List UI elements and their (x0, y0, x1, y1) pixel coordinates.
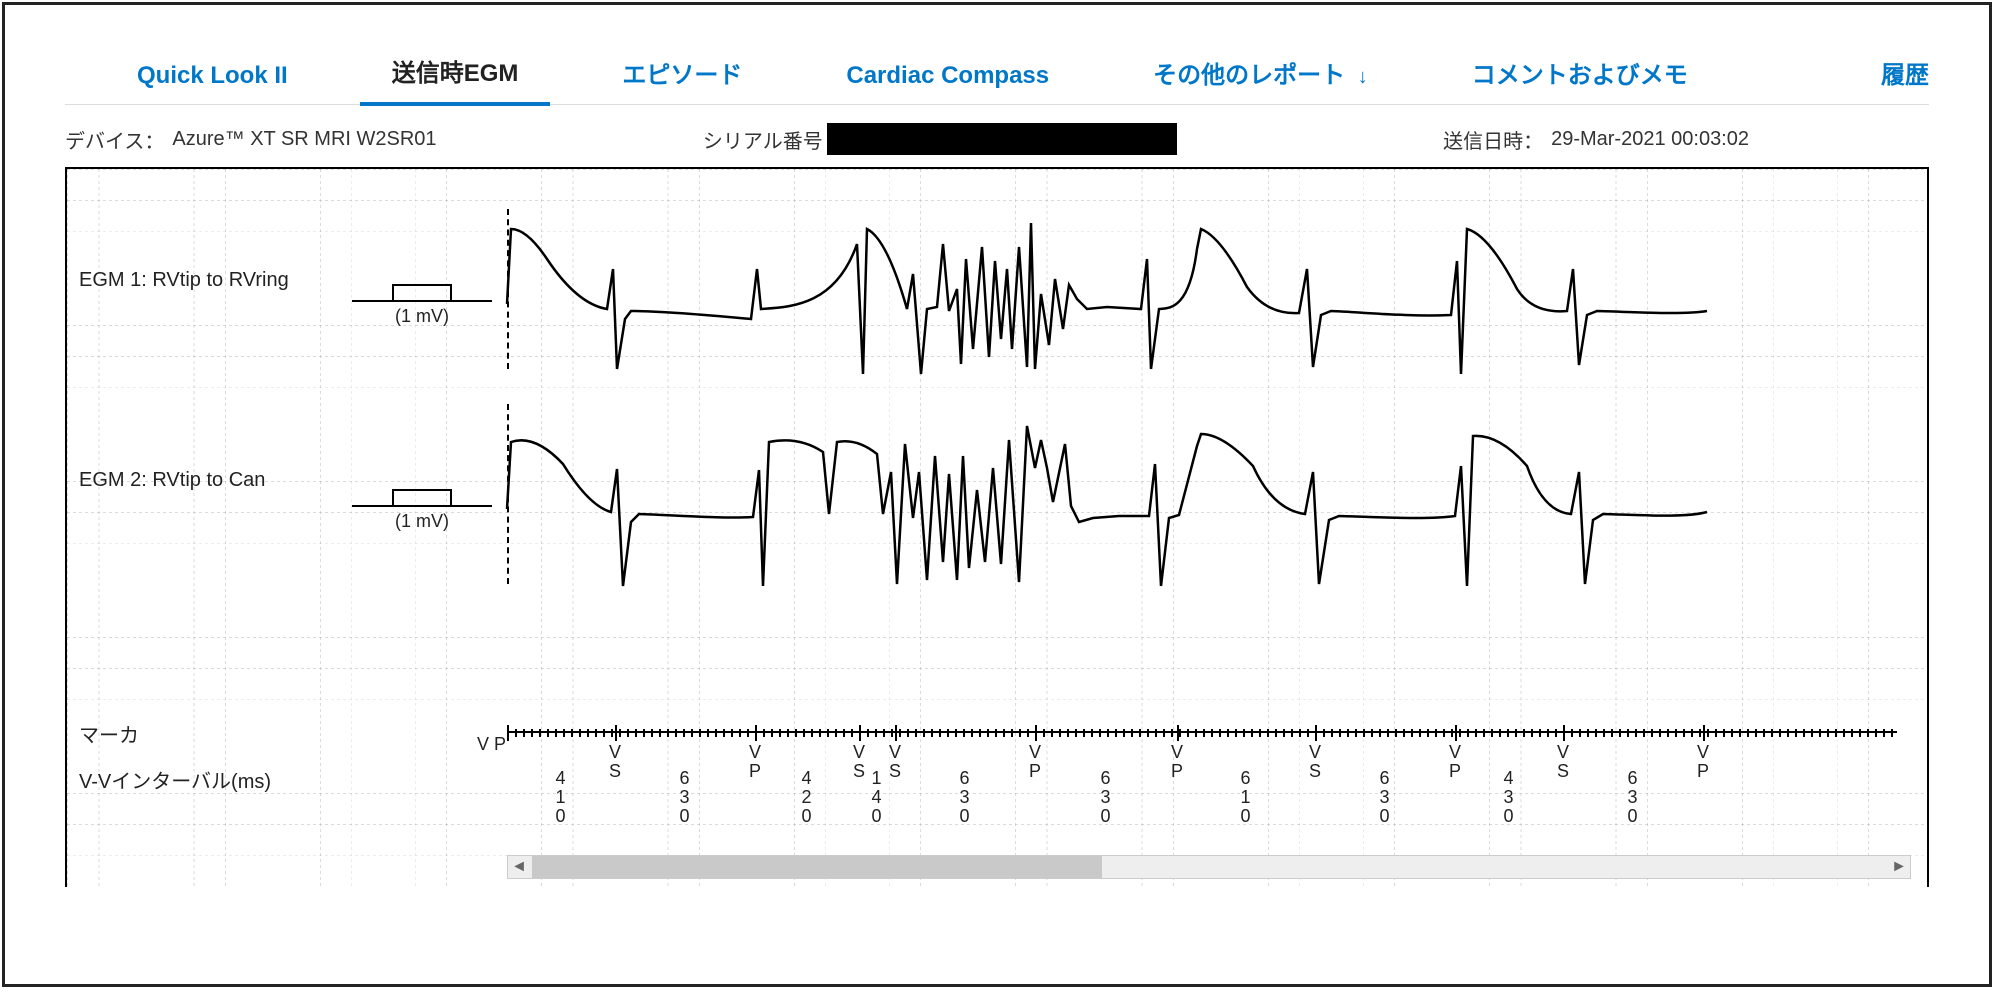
interval-value: 6 3 0 (1627, 769, 1638, 826)
tab-cardiac-compass[interactable]: Cardiac Compass (814, 54, 1081, 104)
device-info-bar: デバイス： Azure™ XT SR MRI W2SR01 シリアル番号 送信日… (65, 105, 1929, 167)
marker-vp: V P (1029, 743, 1041, 781)
marker-label: マーカ (79, 719, 139, 748)
interval-value: 4 2 0 (801, 769, 812, 826)
egm2-waveform (507, 394, 1897, 614)
marker-axis: V SV PV SV SV PV PV SV PV SV P4 1 06 3 0… (507, 731, 1897, 733)
scroll-left-icon[interactable]: ◄ (508, 858, 530, 876)
interval-value: 6 3 0 (1100, 769, 1111, 826)
tab-episode[interactable]: エピソード (590, 47, 774, 104)
interval-value: 6 3 0 (679, 769, 690, 826)
scrollbar-thumb[interactable] (532, 856, 1102, 878)
egm2-label: EGM 2: RVtip to Can (79, 469, 265, 492)
serial-label: シリアル番号 (703, 125, 823, 154)
interval-label: V-Vインターバル(ms) (79, 765, 271, 794)
egm1-label: EGM 1: RVtip to RVring (79, 269, 289, 292)
report-tabs: Quick Look II 送信時EGM エピソード Cardiac Compa… (65, 45, 1929, 105)
transmission-time-value: 29-Mar-2021 00:03:02 (1551, 128, 1749, 151)
device-label: デバイス： (65, 125, 164, 154)
marker-vs: V S (1309, 743, 1321, 781)
scroll-right-icon[interactable]: ► (1888, 858, 1910, 876)
horizontal-scrollbar[interactable]: ◄ ► (507, 855, 1911, 879)
marker-vp: V P (749, 743, 761, 781)
egm1-scale-text: (1 mV) (395, 306, 449, 326)
interval-value: 6 3 0 (959, 769, 970, 826)
tab-quick-look[interactable]: Quick Look II (105, 54, 320, 104)
interval-value: 4 1 0 (555, 769, 566, 826)
marker-vs: V S (853, 743, 865, 781)
tab-other-reports[interactable]: その他のレポート ↓ (1121, 47, 1400, 104)
tab-comments[interactable]: コメントおよびメモ (1440, 47, 1720, 104)
egm-strip-chart: EGM 1: RVtip to RVring (1 mV) EGM 2: RVt… (65, 167, 1929, 887)
marker-vp: V P (1449, 743, 1461, 781)
serial-redacted (827, 123, 1177, 155)
interval-value: 4 3 0 (1503, 769, 1514, 826)
egm1-scale: (1 mV) (352, 284, 492, 327)
marker-vs: V S (889, 743, 901, 781)
marker-vp: V P (1171, 743, 1183, 781)
interval-value: 6 1 0 (1240, 769, 1251, 826)
marker-vs: V S (1557, 743, 1569, 781)
chevron-down-icon: ↓ (1352, 66, 1368, 88)
tab-history[interactable]: 履歴 (1849, 47, 1929, 104)
tab-other-reports-label: その他のレポート (1153, 62, 1345, 89)
marker-vs: V S (609, 743, 621, 781)
interval-value: 1 4 0 (871, 769, 882, 826)
interval-value: 6 3 0 (1379, 769, 1390, 826)
egm2-scale: (1 mV) (352, 489, 492, 532)
marker-vp: V P (1697, 743, 1709, 781)
transmission-time-label: 送信日時： (1443, 125, 1543, 154)
device-model: Azure™ XT SR MRI W2SR01 (172, 128, 436, 151)
tab-transmission-egm[interactable]: 送信時EGM (360, 45, 551, 106)
marker-vp-left: V P (477, 735, 510, 754)
egm2-scale-text: (1 mV) (395, 511, 449, 531)
egm1-waveform (507, 199, 1897, 399)
